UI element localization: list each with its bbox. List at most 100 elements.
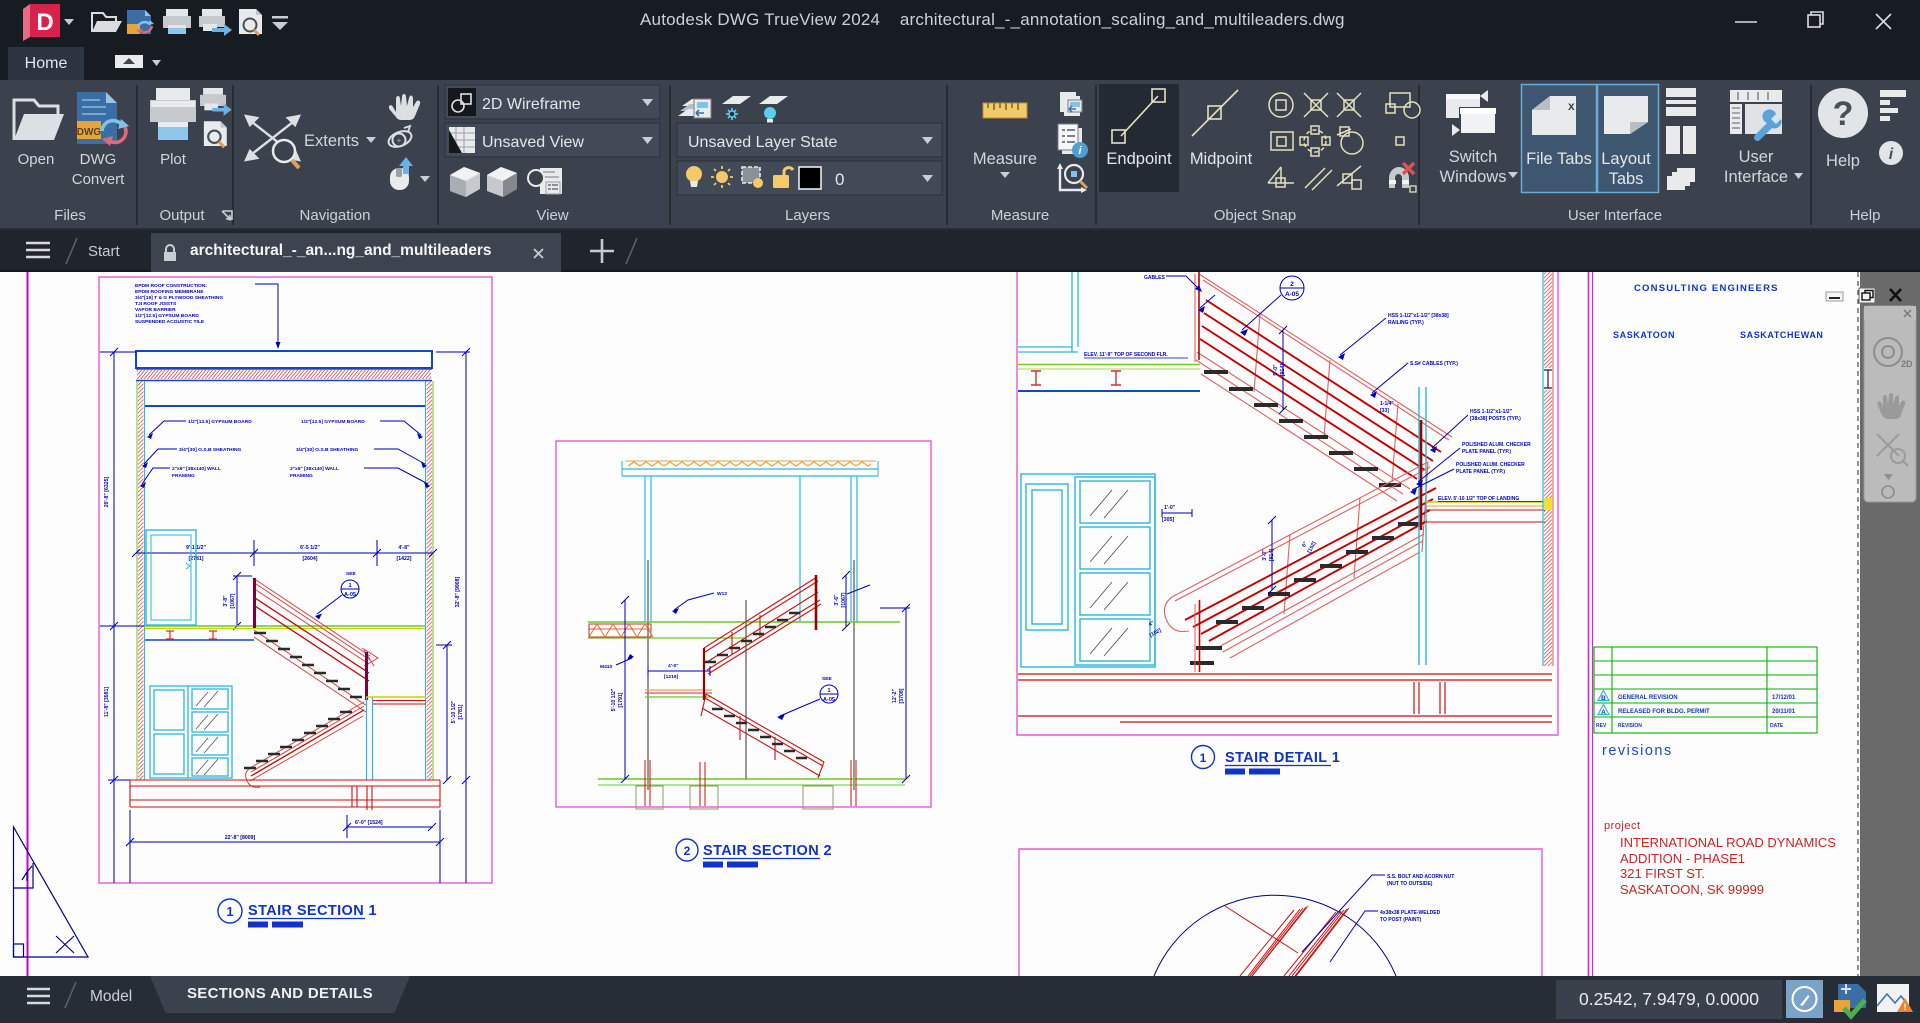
svg-text:Model: Model — [90, 988, 132, 1005]
svg-text:Tabs: Tabs — [1609, 170, 1644, 188]
svg-text:A-05: A-05 — [1285, 291, 1299, 298]
svg-text:Unsaved Layer State: Unsaved Layer State — [688, 134, 838, 151]
svg-text:[1067]: [1067] — [841, 592, 847, 607]
svg-text:M410: M410 — [600, 664, 613, 670]
svg-text:4'-0": 4'-0" — [668, 663, 679, 669]
svg-text:EPDM ROOFING MEMBRANE: EPDM ROOFING MEMBRANE — [135, 289, 204, 295]
svg-text:20/11/01: 20/11/01 — [1772, 709, 1796, 715]
svg-text:STAIR DETAIL 1: STAIR DETAIL 1 — [1225, 750, 1340, 766]
svg-text:SEE: SEE — [822, 676, 833, 682]
svg-text:3/4"[30] O.S.B SHEATHING: 3/4"[30] O.S.B SHEATHING — [179, 447, 241, 453]
svg-text:4'-8": 4'-8" — [398, 545, 410, 551]
svg-text:RAILING (TYP.): RAILING (TYP.) — [1388, 320, 1424, 326]
svg-text:2: 2 — [684, 844, 691, 858]
svg-text:Help: Help — [1826, 152, 1860, 170]
svg-text:[38x38] POSTS (TYP.): [38x38] POSTS (TYP.) — [1470, 416, 1521, 422]
svg-text:4x38x38 PLATE-WELDED: 4x38x38 PLATE-WELDED — [1380, 910, 1441, 916]
svg-text:1'-0": 1'-0" — [1164, 505, 1176, 511]
svg-text:HSS 1-1/2"x1-1/2": HSS 1-1/2"x1-1/2" — [1470, 409, 1513, 415]
svg-text:B: B — [1601, 695, 1606, 702]
svg-text:RELEASED FOR BLDG. PERMIT: RELEASED FOR BLDG. PERMIT — [1618, 709, 1710, 715]
svg-text:20'-8" [6325]: 20'-8" [6325] — [104, 476, 110, 507]
svg-text:[305]: [305] — [1162, 517, 1174, 523]
svg-text:POLISHED ALUM. CHECKER: POLISHED ALUM. CHECKER — [1456, 462, 1525, 468]
svg-text:Switch: Switch — [1449, 148, 1498, 166]
svg-text:REVISION: REVISION — [1618, 723, 1642, 729]
svg-text:FRAMING: FRAMING — [172, 473, 195, 479]
svg-text:1/2"[12.5] GYPSUM BOARD: 1/2"[12.5] GYPSUM BOARD — [135, 313, 199, 319]
svg-text:SEE: SEE — [346, 571, 357, 577]
svg-text:2D Wireframe: 2D Wireframe — [482, 96, 581, 113]
svg-text:EPDM ROOF CONSTRUCTION:: EPDM ROOF CONSTRUCTION: — [135, 283, 207, 289]
svg-text:Layout: Layout — [1601, 150, 1651, 168]
svg-text:POLISHED ALUM. CHECKER: POLISHED ALUM. CHECKER — [1462, 442, 1531, 448]
svg-text:[914]: [914] — [1280, 364, 1286, 376]
svg-text:TO POST (PAINT): TO POST (PAINT) — [1380, 917, 1422, 923]
svg-text:Endpoint: Endpoint — [1106, 150, 1172, 168]
svg-text:3'-0": 3'-0" — [1262, 549, 1268, 561]
svg-text:Extents: Extents — [304, 132, 359, 150]
svg-text:[33]: [33] — [1380, 408, 1389, 414]
svg-text:5'-0": 5'-0" — [1273, 364, 1279, 376]
svg-text:project: project — [1604, 820, 1641, 832]
svg-text:[1781]: [1781] — [458, 704, 464, 719]
svg-text:Windows: Windows — [1440, 168, 1507, 186]
svg-text:Start: Start — [88, 243, 121, 260]
svg-text:+: + — [397, 136, 402, 145]
svg-text:[1067]: [1067] — [230, 593, 236, 608]
svg-text:!: ! — [1904, 1002, 1907, 1012]
svg-text:STAIR SECTION 2: STAIR SECTION 2 — [703, 843, 832, 859]
svg-text:DWG: DWG — [77, 127, 102, 138]
svg-text:2: 2 — [1290, 281, 1294, 288]
svg-text:12'-2": 12'-2" — [892, 688, 898, 703]
svg-text:File Tabs: File Tabs — [1526, 150, 1592, 168]
svg-text:x: x — [1568, 99, 1575, 113]
svg-text:3'-6": 3'-6" — [834, 594, 840, 606]
svg-text:[3708]: [3708] — [899, 688, 905, 703]
svg-text:[152]: [152] — [1307, 541, 1318, 555]
svg-text:22'-8" [8009]: 22'-8" [8009] — [225, 835, 256, 841]
svg-text:3'-8": 3'-8" — [223, 595, 229, 607]
svg-text:1: 1 — [827, 688, 830, 694]
svg-text:A-05: A-05 — [344, 592, 356, 598]
svg-text:?: ? — [1833, 95, 1854, 133]
svg-text:Plot: Plot — [160, 151, 187, 168]
svg-text:11'-8" [3581]: 11'-8" [3581] — [104, 687, 110, 717]
svg-text:1: 1 — [1200, 751, 1207, 765]
svg-text:SASKATOON, SK 99999: SASKATOON, SK 99999 — [1620, 882, 1764, 897]
svg-text:PLATE PANEL (TYP.): PLATE PANEL (TYP.) — [1456, 469, 1505, 475]
svg-text:(NUT TO OUTSIDE): (NUT TO OUTSIDE) — [1387, 881, 1433, 887]
svg-text:S.S# CABLES (TYP.): S.S# CABLES (TYP.) — [1410, 361, 1458, 367]
svg-text:GABLES: GABLES — [1144, 275, 1166, 281]
svg-text:2D: 2D — [1901, 359, 1913, 369]
svg-text:17/12/01: 17/12/01 — [1772, 695, 1796, 701]
svg-text:1/2"[12.5] GYPSUM BOARD: 1/2"[12.5] GYPSUM BOARD — [301, 419, 365, 425]
svg-text:A: A — [1601, 709, 1606, 716]
svg-text:1/2"[12.5] GYPSUM BOARD: 1/2"[12.5] GYPSUM BOARD — [188, 419, 252, 425]
svg-text:6'-5 1/2": 6'-5 1/2" — [300, 545, 320, 551]
svg-text:1: 1 — [226, 904, 233, 919]
svg-text:VAPOR BARRIER: VAPOR BARRIER — [135, 307, 176, 313]
svg-text:i: i — [1889, 146, 1894, 163]
svg-text:revisions: revisions — [1602, 743, 1673, 759]
svg-text:TJI ROOF JOISTS: TJI ROOF JOISTS — [135, 301, 177, 307]
svg-text:User: User — [1739, 148, 1774, 166]
svg-text:STAIR SECTION 1: STAIR SECTION 1 — [248, 903, 377, 919]
svg-text:SASKATCHEWAN: SASKATCHEWAN — [1740, 330, 1824, 340]
svg-text:[1422]: [1422] — [397, 556, 412, 562]
svg-text:5'-10 1/2": 5'-10 1/2" — [611, 688, 617, 711]
svg-text:FRAMING: FRAMING — [290, 473, 313, 479]
svg-text:ADDITION - PHASE1: ADDITION - PHASE1 — [1620, 851, 1745, 866]
svg-text:INTERNATIONAL ROAD DYNAMICS: INTERNATIONAL ROAD DYNAMICS — [1620, 835, 1836, 850]
svg-text:[2604]: [2604] — [303, 556, 318, 562]
svg-text:GENERAL REVISION: GENERAL REVISION — [1618, 695, 1678, 701]
svg-text:CONSULTING ENGINEERS: CONSULTING ENGINEERS — [1634, 283, 1779, 294]
svg-text:DATE: DATE — [1770, 723, 1784, 729]
svg-text:321 FIRST ST.: 321 FIRST ST. — [1620, 866, 1705, 881]
svg-text:SASKATOON: SASKATOON — [1613, 330, 1675, 340]
svg-text:W12: W12 — [717, 591, 727, 597]
svg-text:Open: Open — [18, 151, 55, 168]
svg-text:3/4"[30] O.S.B SHEATHING: 3/4"[30] O.S.B SHEATHING — [296, 447, 358, 453]
svg-text:Convert: Convert — [72, 171, 125, 188]
svg-text:[1791]: [1791] — [618, 692, 624, 707]
